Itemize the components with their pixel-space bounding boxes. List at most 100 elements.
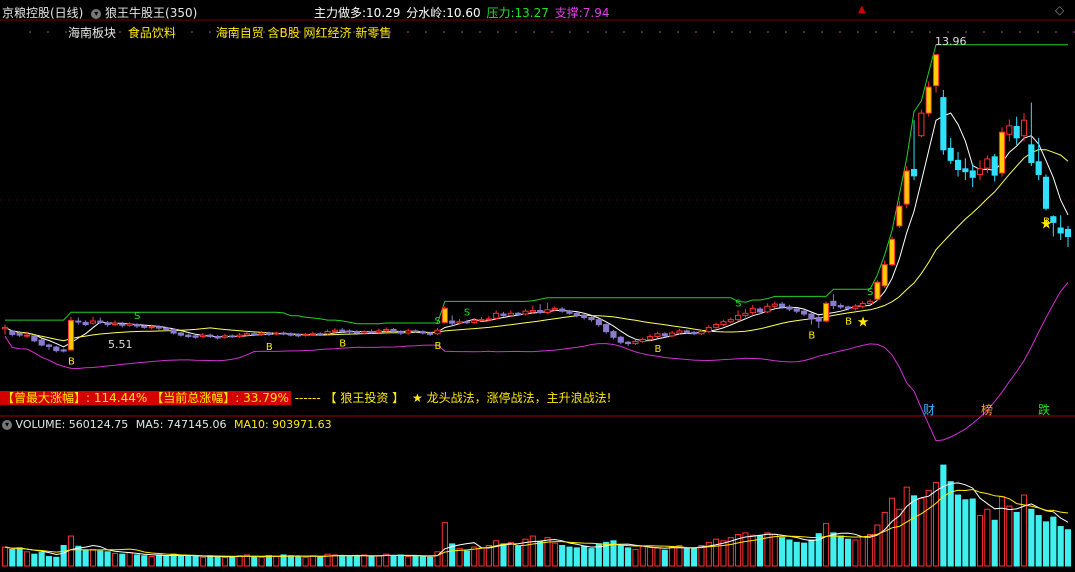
candle-body: [207, 334, 214, 338]
concept-tags[interactable]: 海南自贸 含B股 网红经济 新零售: [216, 26, 392, 40]
candle-body: [104, 322, 111, 326]
candle-body: [764, 305, 771, 313]
volume-bar: [808, 539, 815, 567]
volume-bar: [53, 556, 60, 567]
pressure-label: 压力:: [486, 6, 515, 20]
candle-body: [551, 307, 558, 311]
volume-bar: [991, 519, 998, 567]
candle-body: [757, 308, 764, 313]
candle-body: [463, 321, 470, 324]
volume-bar: [177, 556, 185, 567]
volume-bar: [801, 542, 808, 567]
tag-row: 海南板块 食品饮料 海南自贸 含B股 网红经济 新零售: [68, 24, 391, 41]
buy-marker: B: [845, 316, 852, 327]
candle-body: [786, 306, 793, 310]
candle-body: [647, 336, 654, 340]
low-price-label: 5.51: [108, 338, 133, 351]
candle-body: [588, 317, 595, 321]
volume-bar: [515, 545, 522, 567]
candle-body: [141, 325, 148, 328]
volume-bar: [339, 555, 346, 567]
candle-body: [199, 334, 207, 338]
volume-bar: [427, 556, 434, 567]
dot-row-mark: [659, 31, 661, 33]
candle-body: [991, 156, 998, 176]
candle-body: [75, 320, 82, 323]
pressure-value: 13.27: [514, 6, 549, 20]
volume-bar: [632, 548, 639, 567]
candle-body: [31, 335, 38, 342]
dot-row-mark: [641, 31, 643, 33]
volume-bar: [456, 548, 463, 567]
dot-row-mark: [461, 31, 463, 33]
dot-row-mark: [695, 31, 697, 33]
volume-bar: [874, 524, 881, 567]
volume-bar: [566, 546, 573, 567]
sector-tag[interactable]: 食品饮料: [128, 26, 176, 40]
candle-body: [515, 312, 522, 316]
stock-title: 京粮控股(日线) ▾ 狼王牛股王(350): [2, 4, 197, 21]
dot-row-mark: [587, 31, 589, 33]
up-arrow-icon[interactable]: ▲: [858, 4, 866, 15]
dot-row-mark: [623, 31, 625, 33]
candle-body: [815, 317, 822, 322]
support-line: [4, 282, 1069, 442]
candle-body: [412, 330, 419, 333]
current-gain: 【当前总涨幅】: 33.79%: [149, 391, 291, 405]
candle-body: [566, 310, 573, 314]
candle-body: [23, 334, 31, 337]
chevron-down-icon[interactable]: ▾: [2, 420, 12, 430]
candle-body: [251, 333, 258, 336]
candle-body: [676, 330, 683, 334]
volume-bar: [954, 494, 962, 567]
support-value: 7.94: [582, 6, 610, 20]
indicator-name[interactable]: 狼王牛股王(350): [105, 6, 197, 20]
candle-body: [397, 331, 404, 334]
volume-bar: [683, 548, 690, 567]
volume-bar: [31, 553, 38, 567]
dot-row-mark: [947, 31, 949, 33]
volume-bar: [111, 552, 119, 567]
marker-die[interactable]: 跌: [1038, 401, 1050, 418]
buy-marker: B: [68, 357, 75, 368]
candle-body: [229, 335, 236, 338]
volume-bar: [940, 464, 947, 567]
star-marker: ★: [1040, 216, 1053, 232]
volume-bar: [317, 556, 324, 567]
volume-bar: [38, 552, 45, 567]
candle-body: [801, 310, 808, 315]
volume-bar: [925, 489, 932, 567]
candle-body: [419, 331, 426, 334]
candle-body: [375, 330, 382, 333]
board-tag[interactable]: 海南板块: [68, 26, 116, 40]
chevron-down-icon[interactable]: ▾: [91, 8, 102, 19]
volume-bar: [397, 554, 404, 567]
volume-bar: [346, 556, 353, 567]
candle-body: [295, 333, 302, 337]
candle-body: [441, 307, 448, 323]
volume-bar: [529, 535, 536, 567]
candle-body: [500, 313, 507, 316]
marker-cai[interactable]: 财: [923, 401, 935, 418]
candle-body: [859, 302, 866, 307]
watershed-value: 10.60: [446, 6, 481, 20]
diamond-icon[interactable]: ◇: [1055, 3, 1064, 17]
candle-body: [185, 334, 192, 338]
candle-body: [331, 329, 338, 333]
buy-marker: B: [654, 344, 661, 355]
marker-bang[interactable]: 榜: [981, 401, 993, 418]
candle-body: [236, 334, 243, 338]
candle-body: [779, 303, 786, 308]
volume-bar: [463, 550, 470, 567]
candle-body: [661, 333, 668, 337]
sell-marker: S: [464, 308, 470, 319]
volume-bar: [273, 556, 280, 567]
candle-body: [309, 333, 316, 336]
candle-body: [910, 169, 918, 177]
dot-row-mark: [533, 31, 535, 33]
volume-bar: [353, 555, 360, 567]
volume-bar: [229, 556, 236, 567]
volume-bar: [361, 554, 368, 567]
dot-row-mark: [983, 31, 985, 33]
volume-bar: [625, 547, 632, 567]
